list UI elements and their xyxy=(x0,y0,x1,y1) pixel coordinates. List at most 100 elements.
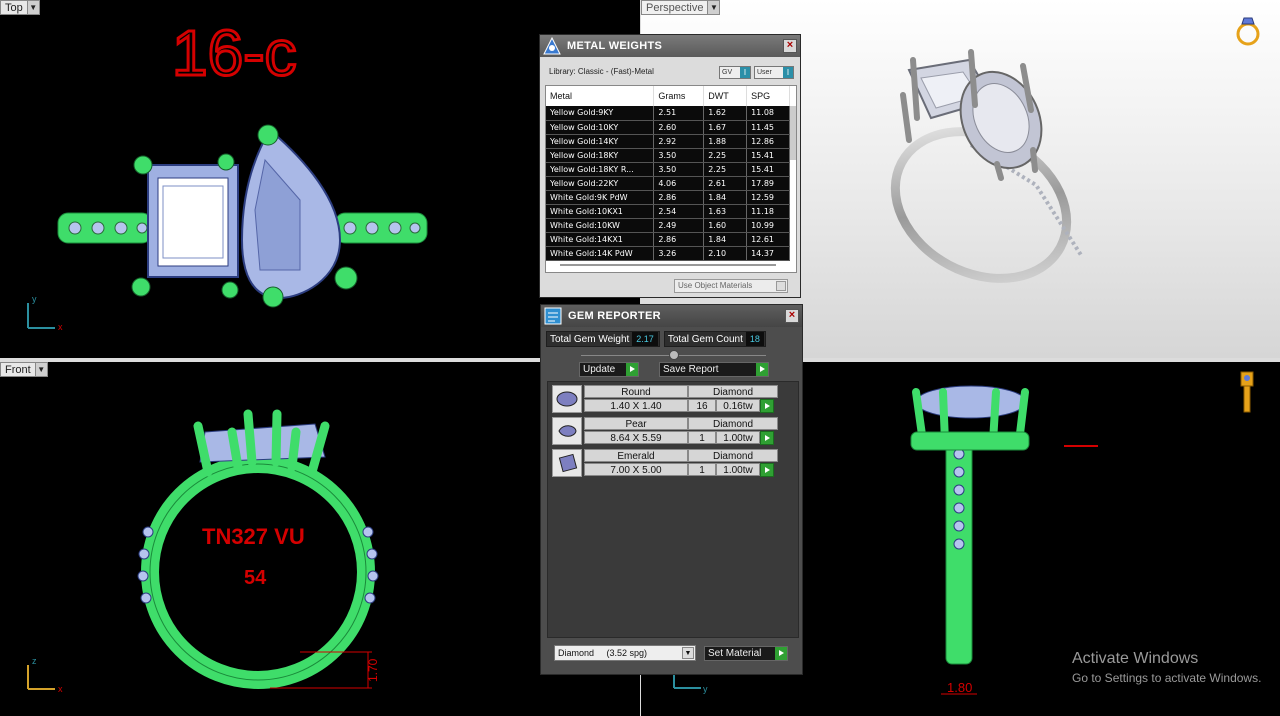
total-gem-weight: Total Gem Weight 2.17 xyxy=(546,331,660,347)
gem-material: Diamond xyxy=(688,385,778,398)
set-material-button[interactable]: Set Material xyxy=(704,646,788,661)
table-cell: 2.86 xyxy=(653,190,705,205)
chevron-down-icon[interactable]: ▼ xyxy=(35,362,48,377)
ring-side-icon xyxy=(1240,371,1254,413)
table-cell: 17.89 xyxy=(746,176,790,191)
table-cell: 1.67 xyxy=(703,120,748,135)
viewport-name[interactable]: Perspective xyxy=(641,0,709,15)
emerald-gem-icon xyxy=(552,449,582,477)
total-gem-weight-label: Total Gem Weight xyxy=(550,333,630,345)
table-cell: White Gold:9K PdW xyxy=(546,190,655,205)
select-gem-button[interactable] xyxy=(760,431,774,445)
viewport-name[interactable]: Top xyxy=(0,0,28,15)
gem-list[interactable]: Round Diamond 1.40 X 1.40 16 0.16tw Pear… xyxy=(547,381,799,638)
user-toggle[interactable]: User I xyxy=(754,66,794,79)
table-cell: 11.08 xyxy=(746,106,790,121)
table-cell: 3.26 xyxy=(653,246,705,261)
metal-weights-panel[interactable]: METAL WEIGHTS × Library: Classic - (Fast… xyxy=(539,34,801,298)
table-cell: 1.63 xyxy=(703,204,748,219)
column-header[interactable]: SPG xyxy=(746,86,790,106)
chevron-down-icon[interactable]: ▼ xyxy=(27,0,40,15)
collapse-handle[interactable] xyxy=(669,350,679,360)
table-cell: 1.60 xyxy=(703,218,748,233)
total-gem-count-label: Total Gem Count xyxy=(667,333,743,345)
table-row[interactable]: White Gold:10KX1 2.54 1.63 11.18 xyxy=(546,204,790,219)
table-cell: 2.49 xyxy=(653,218,705,233)
gem-count: 16 xyxy=(688,399,716,412)
scale-icon xyxy=(541,35,563,57)
table-row[interactable]: White Gold:9K PdW 2.86 1.84 12.59 xyxy=(546,190,790,205)
panel-title: METAL WEIGHTS xyxy=(567,40,663,52)
select-gem-button[interactable] xyxy=(760,463,774,477)
table-row[interactable]: Yellow Gold:18KY 3.50 2.25 15.41 xyxy=(546,148,790,163)
table-row[interactable]: Yellow Gold:9KY 2.51 1.62 11.08 xyxy=(546,106,790,121)
chevron-down-icon[interactable]: ▼ xyxy=(682,647,694,659)
table-row[interactable]: Yellow Gold:22KY 4.06 2.61 17.89 xyxy=(546,176,790,191)
gem-weight: 0.16tw xyxy=(716,399,760,412)
select-gem-button[interactable] xyxy=(760,399,774,413)
table-cell: 11.45 xyxy=(746,120,790,135)
panel-titlebar[interactable]: METAL WEIGHTS × xyxy=(540,35,800,57)
gem-reporter-panel[interactable]: GEM REPORTER × Total Gem Weight 2.17 Tot… xyxy=(540,304,803,675)
update-button[interactable]: Update xyxy=(579,362,639,377)
table-cell: 1.88 xyxy=(703,134,748,149)
use-object-materials-checkbox[interactable]: Use Object Materials xyxy=(674,279,788,293)
table-cell: 2.61 xyxy=(703,176,748,191)
column-header[interactable]: Metal xyxy=(546,86,655,106)
table-cell: 1.62 xyxy=(703,106,748,121)
vertical-scrollbar[interactable] xyxy=(790,106,796,160)
close-icon[interactable]: × xyxy=(783,39,797,53)
horizontal-scrollbar[interactable] xyxy=(560,264,776,266)
viewport-name[interactable]: Front xyxy=(0,362,36,377)
column-header[interactable]: Grams xyxy=(653,86,705,106)
axis-label: x xyxy=(58,322,63,332)
gem-material: Diamond xyxy=(688,449,778,462)
toggle-icon: I xyxy=(740,67,750,78)
workspace: Top ▼ 16-c y x Perspective ▼ Front ▼ TN3… xyxy=(0,0,1280,716)
update-label: Update xyxy=(583,364,616,375)
use-object-materials-label: Use Object Materials xyxy=(678,281,753,290)
gem-size: 8.64 X 5.59 xyxy=(584,431,688,444)
gem-shape: Pear xyxy=(584,417,688,430)
material-select[interactable]: Diamond (3.52 spg) ▼ xyxy=(554,645,696,661)
axis-label: y xyxy=(703,684,708,694)
viewport-label-perspective[interactable]: Perspective ▼ xyxy=(641,0,721,15)
chevron-down-icon[interactable]: ▼ xyxy=(708,0,721,15)
save-report-button[interactable]: Save Report xyxy=(659,362,769,377)
user-label: User xyxy=(757,69,772,76)
pear-gem-icon xyxy=(552,417,582,445)
table-cell: White Gold:14K PdW xyxy=(546,246,655,261)
close-icon[interactable]: × xyxy=(785,309,799,323)
table-cell: 1.84 xyxy=(703,190,748,205)
table-row[interactable]: Yellow Gold:14KY 2.92 1.88 12.86 xyxy=(546,134,790,149)
annotation-text: 16-c xyxy=(172,17,297,89)
table-row[interactable]: White Gold:14K PdW 3.26 2.10 14.37 xyxy=(546,246,790,261)
table-cell: 11.18 xyxy=(746,204,790,219)
play-icon xyxy=(626,363,638,376)
viewport-label-top[interactable]: Top ▼ xyxy=(0,0,40,15)
table-cell: 12.86 xyxy=(746,134,790,149)
table-cell: 10.99 xyxy=(746,218,790,233)
table-row[interactable]: White Gold:14KX1 2.86 1.84 12.61 xyxy=(546,232,790,247)
table-cell: 14.37 xyxy=(746,246,790,261)
panel-titlebar[interactable]: GEM REPORTER × xyxy=(541,305,802,327)
table-cell: Yellow Gold:22KY xyxy=(546,176,655,191)
table-row[interactable]: Yellow Gold:18KY R... 3.50 2.25 15.41 xyxy=(546,162,790,177)
dimension-text: 1.80 xyxy=(947,680,972,695)
table-cell: 2.54 xyxy=(653,204,705,219)
gem-row-round[interactable]: Round Diamond 1.40 X 1.40 16 0.16tw xyxy=(552,385,778,413)
play-icon xyxy=(756,363,768,376)
gem-material: Diamond xyxy=(688,417,778,430)
column-header[interactable]: DWT xyxy=(703,86,748,106)
table-cell: 2.10 xyxy=(703,246,748,261)
metal-table[interactable]: Metal Grams DWT SPG Yellow Gold:9KY 2.51 1… xyxy=(545,85,797,273)
gv-toggle[interactable]: GV I xyxy=(719,66,751,79)
watermark-subtitle: Go to Settings to activate Windows. xyxy=(1072,671,1262,685)
gem-row-pear[interactable]: Pear Diamond 8.64 X 5.59 1 1.00tw xyxy=(552,417,778,445)
viewport-label-front[interactable]: Front ▼ xyxy=(0,362,48,377)
table-row[interactable]: White Gold:10KW 2.49 1.60 10.99 xyxy=(546,218,790,233)
gem-row-emerald[interactable]: Emerald Diamond 7.00 X 5.00 1 1.00tw xyxy=(552,449,778,477)
table-cell: White Gold:10KW xyxy=(546,218,655,233)
table-row[interactable]: Yellow Gold:10KY 2.60 1.67 11.45 xyxy=(546,120,790,135)
checkbox-icon[interactable] xyxy=(776,281,786,291)
